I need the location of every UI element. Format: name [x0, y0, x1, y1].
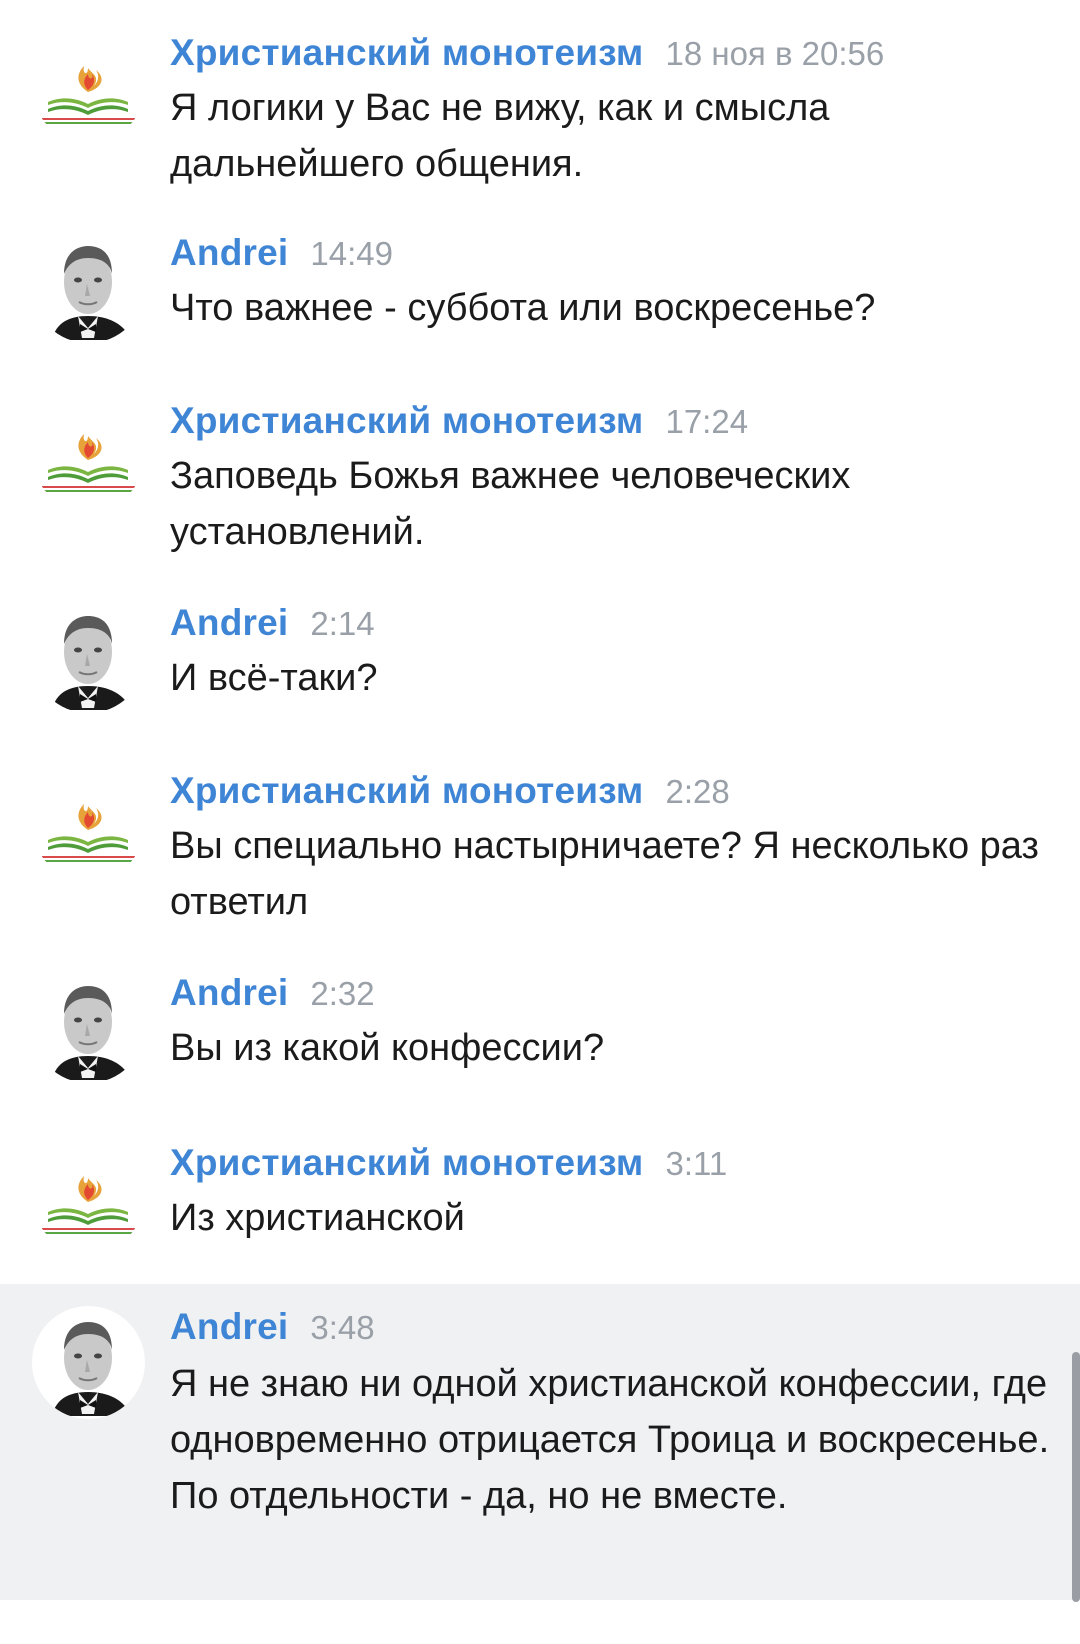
message-header: Христианский монотеизм 17:24 — [170, 400, 748, 442]
man-portrait-avatar[interactable] — [32, 1306, 145, 1419]
message-header: Христианский монотеизм 2:28 — [170, 770, 730, 812]
author-name[interactable]: Andrei — [170, 1306, 288, 1347]
message-time: 2:28 — [665, 773, 730, 810]
book-flame-logo-icon[interactable] — [32, 30, 145, 143]
message-time: 3:11 — [665, 1145, 728, 1182]
book-flame-logo-icon[interactable] — [32, 1140, 145, 1253]
message-text: Что важнее - суббота или воскресенье? — [170, 287, 876, 329]
message-header: Andrei 14:49 — [170, 232, 393, 274]
message-time: 3:48 — [310, 1309, 375, 1346]
message-header: Христианский монотеизм 3:11 — [170, 1142, 727, 1184]
chat-message: Andrei 2:14 И всё-таки? — [0, 600, 1080, 730]
author-name[interactable]: Andrei — [170, 602, 288, 643]
message-text: Я логики у Вас не вижу, как и смысла дал… — [170, 87, 830, 185]
man-portrait-avatar[interactable] — [32, 230, 145, 343]
message-time: 17:24 — [665, 403, 749, 440]
message-time: 2:32 — [310, 975, 375, 1012]
chat-message: Andrei 14:49 Что важнее - суббота или вос… — [0, 230, 1080, 360]
chat-message: Христианский монотеизм 18 ноя в 20:56 Я л… — [0, 30, 1080, 200]
chat-message: Andrei 2:32 Вы из какой конфессии? — [0, 970, 1080, 1100]
scrollbar[interactable] — [1072, 1352, 1080, 1602]
chat-message: Христианский монотеизм 2:28 Вы специально… — [0, 768, 1080, 938]
message-time: 18 ноя в 20:56 — [665, 35, 885, 72]
message-text: Из христианской — [170, 1197, 465, 1239]
chat-message: Христианский монотеизм 17:24 Заповедь Бож… — [0, 398, 1080, 568]
message-header: Andrei 2:32 — [170, 972, 375, 1014]
author-name[interactable]: Христианский монотеизм — [170, 1142, 643, 1183]
message-text: Заповедь Божья важнее человеческих устан… — [170, 455, 851, 553]
message-header: Andrei 2:14 — [170, 602, 375, 644]
author-name[interactable]: Христианский монотеизм — [170, 770, 643, 811]
message-text: Вы специально настырничаете? Я несколько… — [170, 825, 1039, 923]
author-name[interactable]: Христианский монотеизм — [170, 32, 643, 73]
author-name[interactable]: Andrei — [170, 972, 288, 1013]
man-portrait-avatar[interactable] — [32, 970, 145, 1083]
message-text: Я не знаю ни одной христианской конфесси… — [170, 1363, 1050, 1517]
message-time: 2:14 — [310, 605, 375, 642]
author-name[interactable]: Христианский монотеизм — [170, 400, 643, 441]
message-text: И всё-таки? — [170, 657, 378, 699]
message-time: 14:49 — [310, 235, 393, 272]
chat-message-highlighted: Andrei 3:48 Я не знаю ни одной христианск… — [0, 1284, 1080, 1600]
message-header: Andrei 3:48 — [170, 1306, 375, 1348]
message-header: Христианский монотеизм 18 ноя в 20:56 — [170, 32, 884, 74]
author-name[interactable]: Andrei — [170, 232, 288, 273]
message-text: Вы из какой конфессии? — [170, 1027, 605, 1069]
man-portrait-avatar[interactable] — [32, 600, 145, 713]
book-flame-logo-icon[interactable] — [32, 398, 145, 511]
book-flame-logo-icon[interactable] — [32, 768, 145, 881]
chat-message: Христианский монотеизм 3:11 Из христианск… — [0, 1140, 1080, 1260]
